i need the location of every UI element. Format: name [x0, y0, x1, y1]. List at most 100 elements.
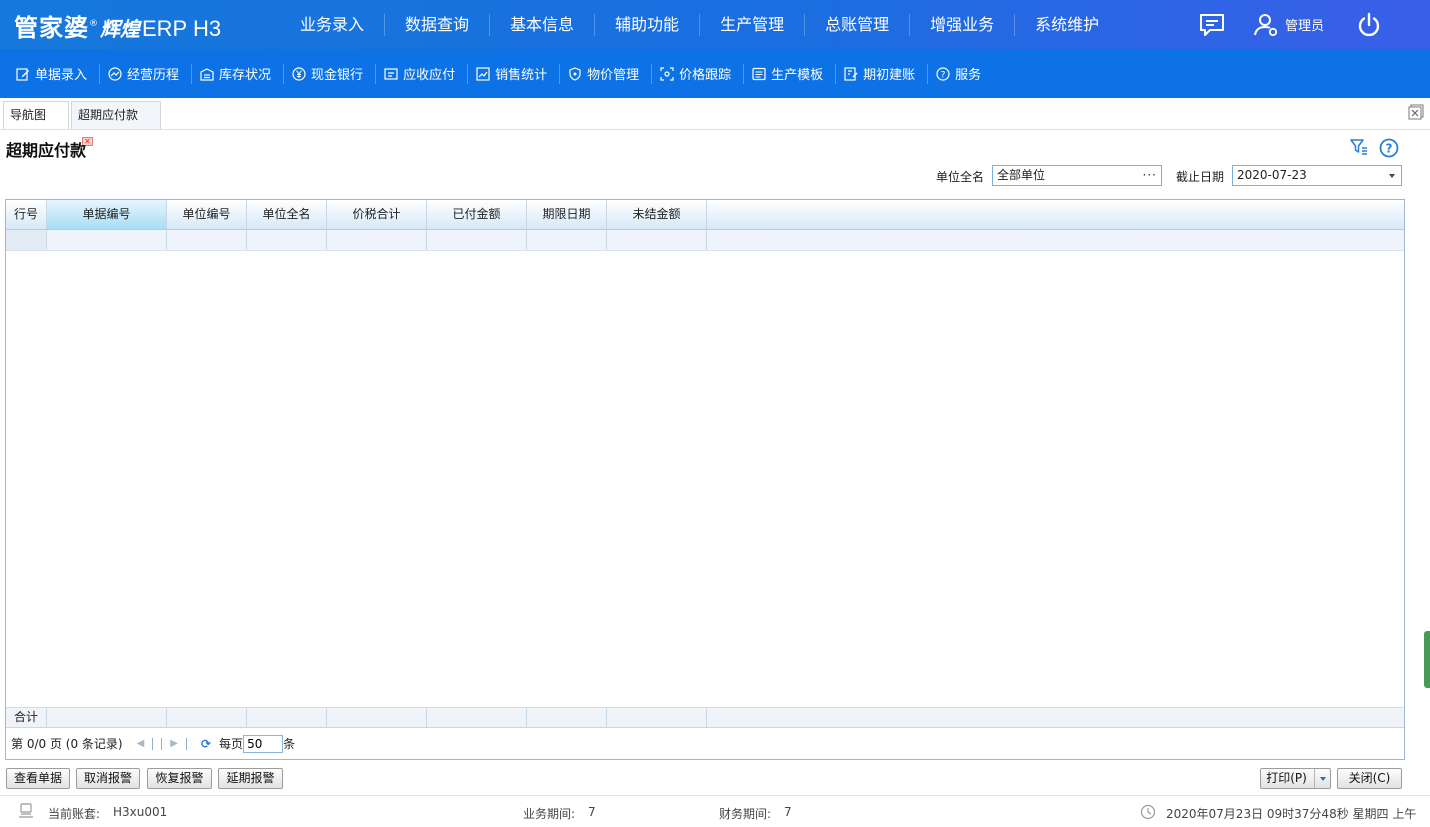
per-page-input[interactable]: [243, 734, 284, 753]
toolbar-item-cash-bank[interactable]: 现金银行: [284, 63, 377, 84]
side-drawer-handle[interactable]: [1424, 631, 1430, 688]
top-header: 管家婆 ® 辉煌 ERP H3 业务录入 数据查询 基本信息 辅助功能 生产管理…: [0, 0, 1430, 49]
warehouse-icon: [200, 67, 214, 81]
unit-label: 单位全名: [936, 170, 985, 184]
message-icon[interactable]: [1199, 12, 1225, 38]
toolbar-item-opening-accounts[interactable]: 期初建账: [836, 63, 929, 84]
dropdown-arrow-icon[interactable]: [1389, 174, 1395, 178]
toolbar-item-sales-stats[interactable]: 销售统计: [468, 63, 561, 84]
browse-units-button[interactable]: ···: [1143, 166, 1157, 185]
close-button[interactable]: 关闭(C): [1337, 768, 1402, 789]
toolbar-item-label: 价格跟踪: [679, 68, 732, 83]
divider: [161, 737, 163, 750]
divider: [185, 737, 187, 750]
cutoff-date-picker[interactable]: 2020-07-23: [1232, 165, 1402, 186]
column-header-bill-no[interactable]: 单据编号: [47, 200, 167, 229]
main-nav-item-production[interactable]: 生产管理: [699, 13, 804, 36]
refresh-icon[interactable]: ⟳: [201, 737, 211, 751]
username[interactable]: 管理员: [1285, 15, 1324, 34]
toolbar-item-receivable-payable[interactable]: 应收应付: [376, 63, 469, 84]
toolbar-item-service[interactable]: ? 服务: [928, 64, 993, 84]
column-header-outstanding-amount[interactable]: 未结金额: [607, 200, 707, 229]
toolbar-item-label: 销售统计: [495, 68, 548, 83]
toolbar-item-business-history[interactable]: 经营历程: [100, 63, 193, 84]
cell: [527, 708, 607, 727]
toolbar-item-bill-entry[interactable]: 单据录入: [8, 63, 101, 84]
financial-period-value: 7: [784, 805, 792, 819]
print-dropdown-icon[interactable]: [1314, 769, 1330, 788]
user-icon[interactable]: [1253, 12, 1279, 38]
column-header-paid-amount[interactable]: 已付金额: [427, 200, 527, 229]
header-actions: 管理员: [1199, 0, 1430, 49]
trend-icon: [108, 66, 122, 81]
main-nav-item-data-query[interactable]: 数据查询: [384, 13, 489, 36]
cell: [47, 708, 167, 727]
toolbar-item-label: 现金银行: [311, 68, 364, 83]
filter-settings-icon[interactable]: [1350, 138, 1368, 156]
column-header-due-date[interactable]: 期限日期: [527, 200, 607, 229]
cell: [6, 230, 47, 250]
cell: [247, 230, 327, 250]
cell: [607, 708, 707, 727]
document-tabs: 导航图 超期应付款 ✕: [0, 98, 1430, 146]
column-header-unit-name[interactable]: 单位全名: [247, 200, 327, 229]
tab-navigation[interactable]: 导航图: [3, 101, 69, 129]
toolbar-item-label: 生产模板: [771, 68, 824, 83]
toolbar-item-label: 物价管理: [587, 68, 640, 83]
tab-overdue-payables[interactable]: 超期应付款 ✕: [71, 101, 161, 146]
main-nav-item-general-ledger[interactable]: 总账管理: [804, 13, 909, 36]
status-bar: 当前账套: H3xu001 业务期间: 7 财务期间: 7 2020年07月23…: [0, 795, 1430, 827]
toolbar-item-label: 库存状况: [219, 68, 272, 83]
logo-registered-mark: ®: [89, 19, 98, 29]
financial-period-label: 财务期间:: [719, 807, 772, 821]
close-all-tabs-icon[interactable]: [1408, 104, 1424, 120]
main-nav-item-auxiliary[interactable]: 辅助功能: [594, 13, 699, 36]
main-nav-item-system[interactable]: 系统维护: [1014, 13, 1119, 36]
cancel-alarm-button[interactable]: 取消报警: [76, 768, 140, 789]
print-label: 打印(P): [1266, 771, 1307, 785]
extend-alarm-button[interactable]: 延期报警: [218, 768, 283, 789]
account-icon: [844, 66, 858, 81]
help-icon[interactable]: ?: [1379, 138, 1399, 158]
main-nav-item-enhanced[interactable]: 增强业务: [909, 13, 1014, 36]
table-row-empty[interactable]: [6, 230, 1404, 251]
page-info: 第 0/0 页 (0 条记录): [11, 737, 123, 751]
prev-page-icon[interactable]: ◀: [137, 738, 145, 749]
business-period-label: 业务期间:: [523, 807, 576, 821]
toolbar-item-production-template[interactable]: 生产模板: [744, 63, 837, 84]
print-button[interactable]: 打印(P): [1260, 768, 1331, 789]
power-icon[interactable]: [1356, 12, 1382, 38]
cell: [427, 708, 527, 727]
main-nav-item-basic-info[interactable]: 基本信息: [489, 13, 594, 36]
per-page-label: 每页: [219, 737, 244, 751]
chart-icon: [476, 66, 490, 81]
toolbar-item-label: 单据录入: [35, 68, 88, 83]
toolbar-item-price-management[interactable]: 物价管理: [560, 63, 653, 84]
main-nav-item-business-entry[interactable]: 业务录入: [280, 14, 384, 36]
cell: [427, 230, 527, 250]
cell: [167, 708, 247, 727]
svg-text:?: ?: [1386, 142, 1393, 156]
account-set-value: H3xu001: [113, 805, 168, 819]
toolbar-item-price-tracking[interactable]: 价格跟踪: [652, 63, 745, 84]
quick-toolbar: 单据录入 经营历程 库存状况 现金银行 应收应付 销售统计 物价管理 价格跟踪 …: [0, 49, 1430, 98]
toolbar-item-inventory-status[interactable]: 库存状况: [192, 63, 285, 84]
track-icon: [660, 66, 674, 81]
view-bill-button[interactable]: 查看单据: [6, 768, 70, 789]
restore-alarm-button[interactable]: 恢复报警: [147, 768, 212, 789]
toolbar-item-label: 服务: [955, 68, 982, 83]
logo-product: 辉煌: [100, 17, 140, 41]
page-title: 超期应付款: [6, 141, 87, 160]
unit-value: 全部单位: [997, 168, 1046, 182]
unit-selector[interactable]: 全部单位 ···: [992, 165, 1162, 186]
pager: 第 0/0 页 (0 条记录) ◀ ▶ ⟳ 每页 条: [6, 727, 1404, 759]
cell: [327, 708, 427, 727]
column-header-total-with-tax[interactable]: 价税合计: [327, 200, 427, 229]
column-header-row-no[interactable]: 行号: [6, 200, 47, 229]
next-page-icon[interactable]: ▶: [170, 738, 178, 749]
app-logo: 管家婆 ® 辉煌 ERP H3: [14, 8, 221, 42]
tab-label: 导航图: [10, 108, 47, 122]
cell: [47, 230, 167, 250]
main-nav: 业务录入 数据查询 基本信息 辅助功能 生产管理 总账管理 增强业务 系统维护: [280, 0, 1119, 49]
column-header-unit-code[interactable]: 单位编号: [167, 200, 247, 229]
